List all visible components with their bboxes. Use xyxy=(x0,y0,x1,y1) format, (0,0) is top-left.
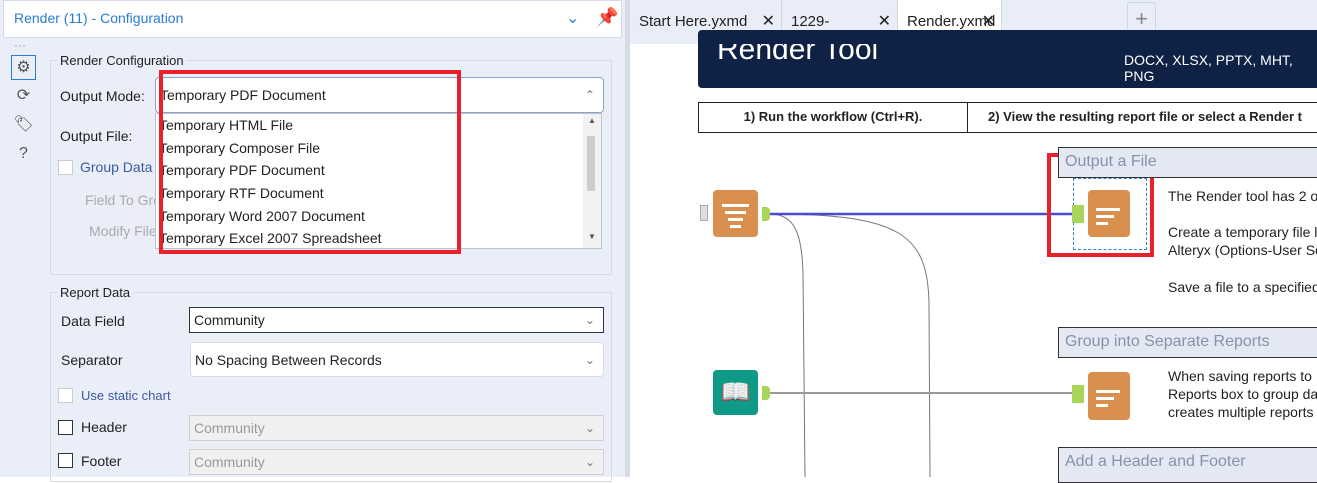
tag-icon[interactable]: 🏷 xyxy=(11,113,36,138)
section-text: creates multiple reports xyxy=(1168,404,1314,420)
section-title: Add a Header and Footer xyxy=(1065,453,1246,470)
render-configuration-legend: Render Configuration xyxy=(57,53,187,68)
data-field-value: Community xyxy=(194,312,265,328)
input-anchor[interactable] xyxy=(700,205,708,221)
data-field-select[interactable]: Community ⌄ xyxy=(189,307,604,333)
output-anchor[interactable] xyxy=(762,207,770,221)
data-field-label: Data Field xyxy=(61,313,125,329)
output-anchor[interactable] xyxy=(762,386,770,400)
help-icon[interactable]: ? xyxy=(11,142,36,167)
use-static-chart-checkbox[interactable] xyxy=(58,388,73,403)
pin-icon[interactable]: 📌 xyxy=(596,7,618,28)
header-select[interactable]: Community ⌄ xyxy=(189,415,604,441)
section-text: Create a temporary file l xyxy=(1168,224,1317,240)
section-header-footer: Add a Header and Footer xyxy=(1058,447,1317,483)
header-value: Community xyxy=(194,420,265,436)
dropdown-scrollbar[interactable]: ▲ ▼ xyxy=(583,114,601,248)
use-static-chart-label: Use static chart xyxy=(81,388,171,403)
scroll-up-icon[interactable]: ▲ xyxy=(588,116,596,126)
scroll-down-icon[interactable]: ▼ xyxy=(588,232,596,242)
footer-value: Community xyxy=(194,454,265,470)
separator-value: No Spacing Between Records xyxy=(195,351,382,368)
field-to-group-label: Field To Gro xyxy=(85,192,161,208)
footer-select[interactable]: Community ⌄ xyxy=(189,449,604,475)
connection-curve xyxy=(769,213,931,477)
chevron-down-icon: ⌄ xyxy=(584,313,595,327)
group-data-label: Group Data xyxy=(80,159,153,175)
section-text: Alteryx (Options-User Se xyxy=(1168,242,1317,258)
connection-curve xyxy=(769,213,806,477)
panel-title: Render (11) - Configuration xyxy=(14,10,184,26)
table-tool-icon[interactable] xyxy=(713,190,758,237)
connection-icon[interactable]: ⟳ xyxy=(11,84,36,109)
section-title: Group into Separate Reports xyxy=(1065,333,1270,350)
highlight-box xyxy=(159,70,461,254)
footer-label: Footer xyxy=(81,453,122,469)
output-mode-label: Output Mode: xyxy=(60,88,145,104)
input-anchor[interactable] xyxy=(1072,385,1084,403)
section-group-reports: Group into Separate Reports xyxy=(1058,327,1317,358)
gear-icon[interactable]: ⚙ xyxy=(11,55,36,80)
separator-label: Separator xyxy=(61,352,123,368)
section-text: The Render tool has 2 o xyxy=(1168,188,1317,204)
chevron-down-icon: ⌄ xyxy=(584,352,595,367)
output-file-label: Output File: xyxy=(60,128,133,144)
collapse-chevron-icon[interactable]: ⌄ xyxy=(566,8,579,28)
group-data-checkbox[interactable] xyxy=(58,160,73,175)
section-title: Output a File xyxy=(1065,153,1157,170)
panel-header: Render (11) - Configuration ⌄ 📌 xyxy=(3,0,622,38)
browse-tool-book-icon[interactable]: 📖 xyxy=(713,370,758,415)
header-checkbox[interactable] xyxy=(58,420,73,435)
render-tool-icon[interactable] xyxy=(1088,372,1130,420)
section-text: When saving reports to xyxy=(1168,368,1312,384)
configuration-panel: Render (11) - Configuration ⌄ 📌 ··· ⚙ ⟳ … xyxy=(0,0,625,482)
header-label: Header xyxy=(81,419,127,435)
more-dots-icon[interactable]: ··· xyxy=(14,38,26,52)
separator-select[interactable]: No Spacing Between Records ⌄ xyxy=(190,342,604,377)
modify-filename-label: Modify Filen xyxy=(89,223,165,239)
chevron-up-icon: ⌃ xyxy=(584,88,595,102)
chevron-down-icon: ⌄ xyxy=(584,455,595,469)
chevron-down-icon: ⌄ xyxy=(584,421,595,435)
section-output-a-file: Output a File xyxy=(1058,147,1317,178)
section-text: Save a file to a specified xyxy=(1168,279,1317,295)
report-data-legend: Report Data xyxy=(57,285,134,300)
scrollbar-thumb[interactable] xyxy=(587,136,595,191)
footer-checkbox[interactable] xyxy=(58,453,73,468)
section-text: Reports box to group da xyxy=(1168,386,1317,402)
